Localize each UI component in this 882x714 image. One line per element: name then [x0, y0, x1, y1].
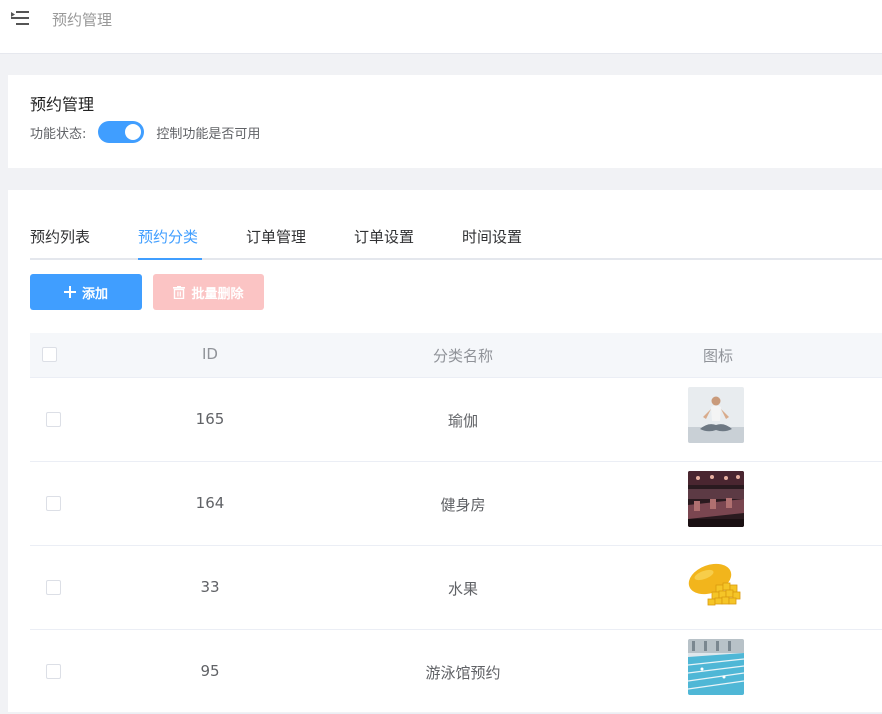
table-row: 33 水果 [30, 546, 882, 630]
yoga-image[interactable] [688, 387, 744, 443]
tab-bar: 预约列表 预约分类 订单管理 订单设置 时间设置 [30, 224, 882, 260]
active-tab-indicator [138, 258, 202, 260]
table-row: 164 健身房 [30, 462, 882, 546]
tab-time-settings[interactable]: 时间设置 [462, 226, 522, 247]
header-id: ID [202, 345, 218, 363]
row-category-name: 游泳馆预约 [425, 664, 501, 682]
top-header: 预约管理 [0, 0, 882, 54]
breadcrumb-title: 预约管理 [52, 11, 113, 29]
select-all-checkbox[interactable] [42, 347, 57, 362]
tab-order-settings[interactable]: 订单设置 [354, 226, 414, 247]
header-icon: 图标 [702, 347, 734, 365]
row-checkbox[interactable] [46, 664, 61, 679]
feature-status-row: 功能状态: 控制功能是否可用 [30, 120, 260, 144]
row-category-name: 水果 [447, 580, 479, 598]
row-checkbox[interactable] [46, 496, 61, 511]
feature-card: 预约管理 功能状态: 控制功能是否可用 [8, 75, 882, 168]
tab-appointment-list[interactable]: 预约列表 [30, 226, 90, 247]
menu-fold-icon[interactable] [11, 10, 29, 26]
table-row: 165 瑜伽 [30, 378, 882, 462]
table-row: 95 游泳馆预约 [30, 630, 882, 714]
tab-order-management[interactable]: 订单管理 [246, 226, 306, 247]
tab-appointment-category[interactable]: 预约分类 [138, 226, 198, 247]
switch-knob [125, 124, 142, 140]
plus-icon [63, 286, 76, 298]
row-category-name: 健身房 [440, 496, 486, 514]
row-checkbox[interactable] [46, 412, 61, 427]
header-category-name: 分类名称 [432, 347, 494, 365]
batch-delete-button[interactable]: 批量删除 [153, 274, 264, 310]
batch-delete-label: 批量删除 [191, 286, 244, 302]
row-id: 33 [200, 578, 220, 596]
status-label: 功能状态: [30, 126, 87, 142]
gym-image[interactable] [688, 471, 744, 527]
row-id: 164 [195, 494, 225, 512]
category-card: 预约列表 预约分类 订单管理 订单设置 时间设置 添加 批量删除 ID 分类名称… [8, 190, 882, 714]
feature-toggle-switch[interactable] [98, 121, 145, 143]
row-checkbox[interactable] [46, 580, 61, 595]
table-header-row: ID 分类名称 图标 [30, 333, 882, 378]
status-description: 控制功能是否可用 [156, 126, 261, 142]
add-button[interactable]: 添加 [30, 274, 142, 310]
row-id: 165 [195, 410, 225, 428]
mango-image[interactable] [688, 555, 744, 611]
trash-icon [173, 285, 186, 299]
swimming-pool-image[interactable] [688, 639, 744, 695]
row-category-name: 瑜伽 [447, 412, 479, 430]
row-id: 95 [200, 662, 220, 680]
add-button-label: 添加 [81, 286, 108, 302]
feature-title: 预约管理 [30, 95, 95, 114]
category-table: ID 分类名称 图标 165 瑜伽 164 健身房 33 水果 95 游泳馆预约 [30, 333, 882, 714]
